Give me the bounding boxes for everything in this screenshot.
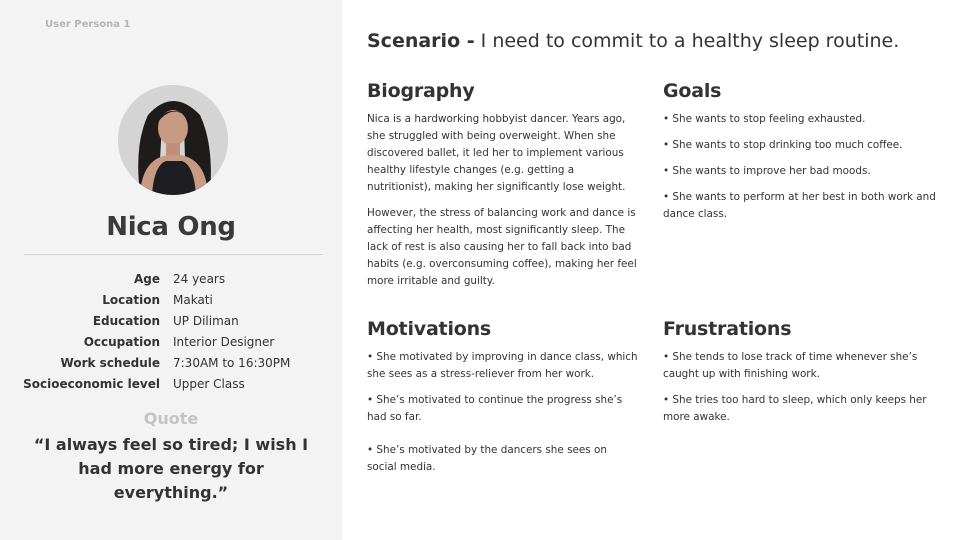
scenario-text: I need to commit to a healthy sleep rout… — [480, 30, 900, 52]
detail-row-education: Education UP Diliman — [0, 312, 342, 333]
scenario-label: Scenario - — [367, 30, 475, 52]
divider — [24, 254, 323, 255]
goal-item: • She wants to stop drinking too much co… — [663, 139, 903, 151]
portrait-photo-icon — [118, 85, 228, 195]
biography-section: Biography Nica is a hardworking hobbyist… — [367, 80, 639, 299]
motivations-section: Motivations • She motivated by improving… — [367, 318, 639, 485]
frustration-item: • She tries too hard to sleep, which onl… — [663, 394, 927, 423]
avatar — [118, 85, 228, 195]
detail-value: 24 years — [173, 272, 226, 286]
motivation-item: • She motivated by improving in dance cl… — [367, 351, 638, 380]
biography-title: Biography — [367, 80, 475, 102]
persona-details: Age 24 years Location Makati Education U… — [0, 270, 342, 396]
detail-value: Interior Designer — [173, 335, 275, 349]
goal-item: • She wants to improve her bad moods. — [663, 165, 871, 177]
detail-row-work-schedule: Work schedule 7:30AM to 16:30PM — [0, 354, 342, 375]
quote-text: “I always feel so tired; I wish I had mo… — [33, 435, 309, 502]
goal-item: • She wants to stop feeling exhausted. — [663, 113, 866, 125]
detail-label: Education — [92, 314, 160, 328]
detail-row-socioeconomic: Socioeconomic level Upper Class — [0, 375, 342, 396]
frustrations-section: Frustrations • She tends to lose track o… — [663, 318, 938, 435]
detail-row-occupation: Occupation Interior Designer — [0, 333, 342, 354]
goals-section: Goals • She wants to stop feeling exhaus… — [663, 80, 938, 232]
detail-label: Occupation — [83, 335, 160, 349]
detail-row-location: Location Makati — [0, 291, 342, 312]
biography-paragraph: Nica is a hardworking hobbyist dancer. Y… — [367, 113, 626, 193]
frustrations-title: Frustrations — [663, 318, 792, 340]
quote-label: Quote — [143, 409, 199, 428]
detail-value: 7:30AM to 16:30PM — [173, 356, 291, 370]
persona-sidebar: User Persona 1 Nica Ong Age 24 years Loc… — [0, 0, 342, 540]
detail-label: Work schedule — [60, 356, 160, 370]
frustration-item: • She tends to lose track of time whenev… — [663, 351, 918, 380]
detail-label: Age — [133, 272, 160, 286]
detail-label: Location — [102, 293, 160, 307]
detail-value: UP Diliman — [173, 314, 239, 328]
biography-paragraph: However, the stress of balancing work an… — [367, 207, 637, 287]
persona-label: User Persona 1 — [45, 19, 131, 30]
detail-value: Upper Class — [173, 377, 245, 391]
scenario-heading: Scenario - I need to commit to a healthy… — [367, 30, 899, 52]
detail-value: Makati — [173, 293, 213, 307]
motivations-title: Motivations — [367, 318, 492, 340]
motivation-item: • She’s motivated to continue the progre… — [367, 394, 623, 423]
goals-title: Goals — [663, 80, 722, 102]
detail-label: Socioeconomic level — [23, 377, 160, 391]
goal-item: • She wants to perform at her best in bo… — [663, 191, 936, 220]
detail-row-age: Age 24 years — [0, 270, 342, 291]
persona-name: Nica Ong — [106, 212, 236, 242]
motivation-item: • She’s motivated by the dancers she see… — [367, 444, 607, 473]
